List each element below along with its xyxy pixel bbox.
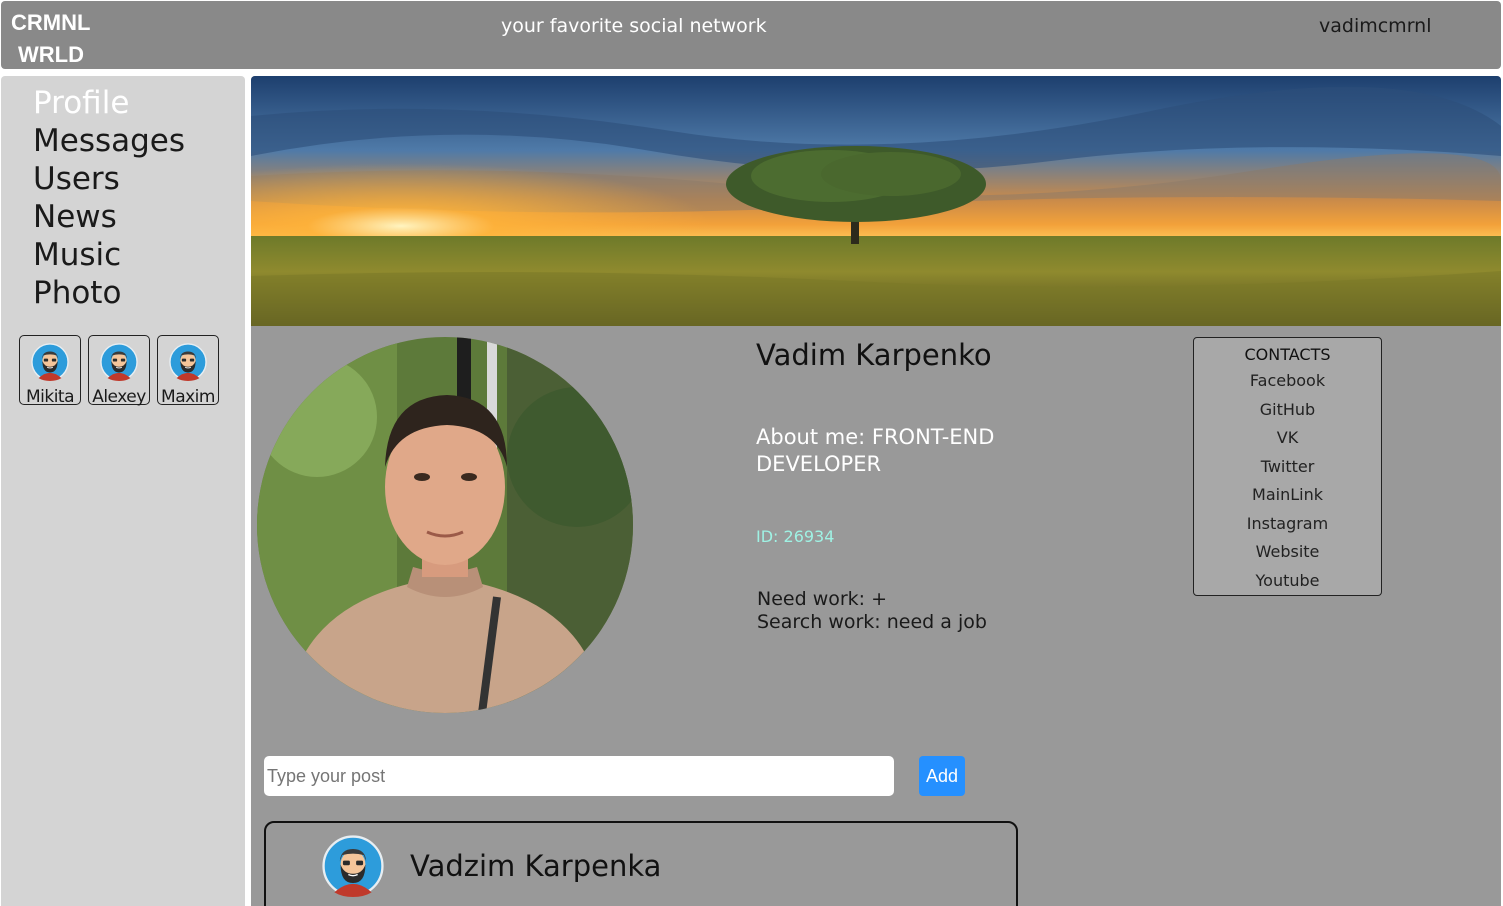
logged-in-username[interactable]: vadimcmrnl: [1319, 15, 1432, 37]
friend-avatar-icon: [169, 343, 207, 381]
profile-banner-image: [251, 76, 1501, 326]
profile-user-id: ID: 26934: [756, 527, 835, 546]
contact-link-twitter[interactable]: Twitter: [1194, 453, 1381, 482]
nav-item-profile[interactable]: Profile: [33, 84, 185, 122]
friend-avatar-icon: [100, 343, 138, 381]
add-post-button[interactable]: Add: [919, 756, 965, 796]
contact-link-mainlink[interactable]: MainLink: [1194, 481, 1381, 510]
friend-name: Mikita: [25, 387, 75, 407]
app-logo[interactable]: CRMNL WRLD: [11, 7, 90, 71]
contact-link-website[interactable]: Website: [1194, 538, 1381, 567]
friend-card[interactable]: Maxim: [157, 335, 219, 407]
contact-link-github[interactable]: GitHub: [1194, 396, 1381, 425]
post-author-name: Vadzim Karpenka: [410, 849, 662, 883]
friend-avatar-icon: [31, 343, 69, 381]
profile-photo: [257, 337, 633, 713]
logo-line-1: CRMNL: [11, 10, 91, 35]
search-work-text: Search work: need a job: [757, 611, 987, 633]
nav-item-news[interactable]: News: [33, 198, 185, 236]
need-work-text: Need work: +: [757, 588, 888, 610]
logo-line-2: WRLD: [18, 42, 84, 67]
contact-link-facebook[interactable]: Facebook: [1194, 367, 1381, 396]
contacts-panel: CONTACTS Facebook GitHub VK Twitter Main…: [1193, 337, 1382, 596]
nav-item-users[interactable]: Users: [33, 160, 185, 198]
profile-full-name: Vadim Karpenko: [756, 338, 992, 372]
profile-about: About me: FRONT-END DEVELOPER: [756, 425, 995, 476]
friend-name: Alexey: [92, 387, 146, 407]
nav-item-music[interactable]: Music: [33, 236, 185, 274]
nav-item-photo[interactable]: Photo: [33, 274, 185, 312]
profile-content: Vadim Karpenko About me: FRONT-END DEVEL…: [251, 76, 1501, 906]
contact-link-youtube[interactable]: Youtube: [1194, 567, 1381, 596]
tagline: your favorite social network: [501, 15, 767, 37]
contact-link-instagram[interactable]: Instagram: [1194, 510, 1381, 539]
profile-job-status: Need work: + Search work: need a job: [757, 588, 987, 634]
post-card: Vadzim Karpenka: [264, 821, 1018, 906]
sidebar: Profile Messages Users News Music Photo …: [1, 76, 245, 906]
new-post-input[interactable]: [264, 756, 894, 796]
nav-item-messages[interactable]: Messages: [33, 122, 185, 160]
contact-link-vk[interactable]: VK: [1194, 424, 1381, 453]
friend-name: Maxim: [161, 387, 215, 407]
main-nav: Profile Messages Users News Music Photo: [33, 84, 185, 312]
app-header: CRMNL WRLD your favorite social network …: [1, 1, 1501, 69]
friends-list: Mikita Alexey Maxim: [19, 335, 219, 407]
post-author-avatar-icon: [322, 835, 384, 897]
friend-card[interactable]: Mikita: [19, 335, 81, 407]
contacts-title: CONTACTS: [1244, 345, 1331, 364]
friend-card[interactable]: Alexey: [88, 335, 150, 407]
